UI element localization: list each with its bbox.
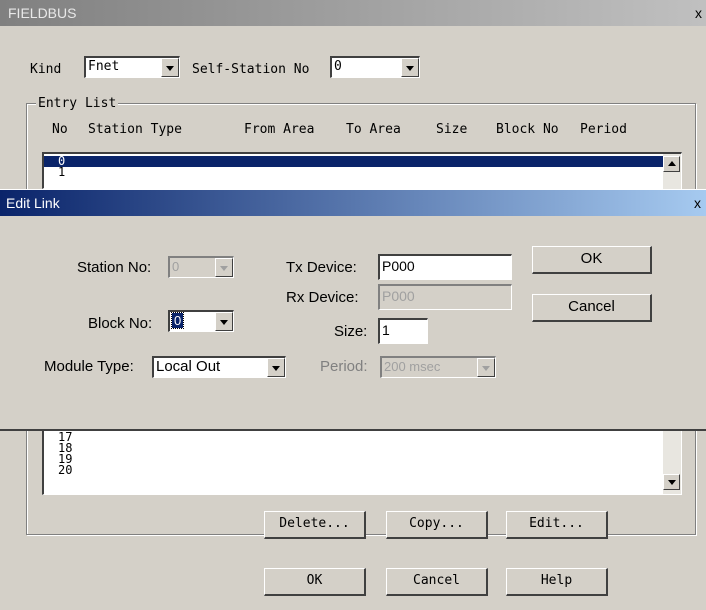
fieldbus-title-bar: FIELDBUS bbox=[0, 0, 706, 26]
station-no-label: Station No: bbox=[77, 259, 152, 276]
self-station-select[interactable]: 0 bbox=[330, 56, 420, 78]
column-to-area: To Area bbox=[346, 122, 401, 137]
column-station-type: Station Type bbox=[88, 122, 182, 137]
period-select[interactable]: 200 msec bbox=[380, 356, 496, 378]
size-label: Size: bbox=[334, 323, 368, 340]
list-item[interactable]: 18 bbox=[44, 442, 681, 454]
entry-list-label: Entry List bbox=[36, 96, 119, 111]
module-type-label: Module Type: bbox=[44, 358, 134, 375]
tx-device-label: Tx Device: bbox=[286, 259, 357, 276]
chevron-down-icon[interactable] bbox=[215, 312, 233, 331]
size-field[interactable]: 1 bbox=[378, 318, 428, 344]
block-no-select[interactable]: 0 bbox=[168, 310, 234, 332]
edit-button[interactable]: Edit... bbox=[506, 511, 608, 539]
module-type-value: Local Out bbox=[156, 358, 221, 375]
column-period: Period bbox=[580, 122, 627, 137]
rx-device-field[interactable]: P000 bbox=[378, 284, 512, 310]
delete-button[interactable]: Delete... bbox=[264, 511, 366, 539]
ok-button[interactable]: OK bbox=[264, 568, 366, 596]
station-no-value: 0 bbox=[172, 259, 180, 274]
module-type-select[interactable]: Local Out bbox=[152, 356, 286, 378]
station-no-select[interactable]: 0 bbox=[168, 256, 234, 278]
period-value: 200 msec bbox=[384, 359, 441, 374]
dialog-cancel-button[interactable]: Cancel bbox=[532, 294, 652, 322]
block-no-label: Block No: bbox=[88, 315, 153, 332]
entry-listbox-top[interactable]: 0 1 bbox=[42, 152, 682, 189]
chevron-down-icon[interactable] bbox=[215, 258, 233, 277]
entry-listbox-bottom[interactable]: 17 18 19 20 bbox=[42, 430, 682, 495]
list-item[interactable]: 17 bbox=[44, 431, 681, 443]
period-label: Period: bbox=[320, 358, 368, 375]
column-size: Size bbox=[436, 122, 468, 137]
scroll-up-icon[interactable] bbox=[663, 156, 680, 172]
self-station-label: Self-Station No bbox=[192, 62, 310, 77]
kind-label: Kind bbox=[30, 62, 62, 77]
list-item[interactable]: 1 bbox=[44, 166, 681, 178]
kind-value: Fnet bbox=[88, 59, 120, 74]
scroll-down-icon[interactable] bbox=[663, 474, 680, 490]
block-no-value: 0 bbox=[170, 312, 185, 329]
dialog-close-icon[interactable]: x bbox=[694, 193, 701, 213]
dialog-title: Edit Link bbox=[6, 195, 60, 211]
window-title: FIELDBUS bbox=[8, 5, 77, 21]
dialog-ok-button[interactable]: OK bbox=[532, 246, 652, 274]
edit-link-dialog: Edit Link x Station No: 0 Block No: 0 Mo… bbox=[0, 189, 706, 431]
column-block-no: Block No bbox=[496, 122, 559, 137]
list-item[interactable]: 19 bbox=[44, 453, 681, 465]
rx-device-label: Rx Device: bbox=[286, 289, 359, 306]
kind-select[interactable]: Fnet bbox=[84, 56, 180, 78]
copy-button[interactable]: Copy... bbox=[386, 511, 488, 539]
help-button[interactable]: Help bbox=[506, 568, 608, 596]
column-no: No bbox=[52, 122, 68, 137]
chevron-down-icon[interactable] bbox=[477, 358, 495, 377]
outer-close-icon[interactable]: x bbox=[695, 3, 702, 23]
chevron-down-icon[interactable] bbox=[401, 58, 419, 77]
tx-device-field[interactable]: P000 bbox=[378, 254, 512, 280]
self-station-value: 0 bbox=[334, 59, 342, 74]
list-item[interactable]: 20 bbox=[44, 464, 681, 476]
chevron-down-icon[interactable] bbox=[267, 358, 285, 377]
list-item[interactable]: 0 bbox=[44, 155, 668, 167]
cancel-button[interactable]: Cancel bbox=[386, 568, 488, 596]
chevron-down-icon[interactable] bbox=[161, 58, 179, 77]
edit-link-title-bar: Edit Link bbox=[0, 190, 706, 216]
column-from-area: From Area bbox=[244, 122, 315, 137]
